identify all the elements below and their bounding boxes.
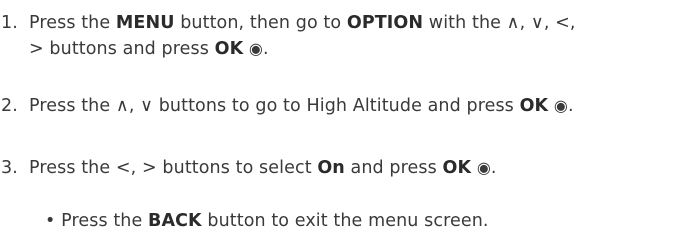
on-option-name: On [317, 158, 345, 178]
step-number: 2. [1, 96, 18, 116]
ok-button-name: OK [442, 158, 472, 178]
step-text: Press the [29, 96, 116, 116]
option-menu-name: OPTION [346, 13, 424, 33]
note-text: button to exit the menu screen. [201, 211, 489, 231]
step-end: . [262, 39, 269, 59]
step-1-continuation: > buttons and press OK ◉. [29, 36, 269, 62]
arrow-buttons-icon: ∧, ∨ [115, 96, 154, 116]
step-2: 2. Press the ∧, ∨ buttons to go to High A… [0, 93, 574, 119]
note-bullet: • Press the BACK button to exit the menu… [45, 208, 489, 234]
back-button-name: BACK [148, 211, 202, 231]
step-text: Press the [29, 158, 116, 178]
step-text: buttons to go to High Altitude and press [153, 96, 520, 116]
step-end: . [567, 96, 574, 116]
step-1: 1. Press the MENU button, then go to OPTI… [0, 10, 576, 36]
ok-button-name: OK [214, 39, 244, 59]
step-text: Press the [29, 13, 116, 33]
arrow-buttons-icon: ∧, ∨, <, [506, 13, 576, 33]
arrow-buttons-icon: <, > [115, 158, 157, 178]
step-number: 1. [1, 13, 18, 33]
step-text: with the [423, 13, 507, 33]
right-arrow-icon: > [29, 39, 44, 59]
ok-button-icon: ◉ [248, 39, 263, 58]
ok-button-icon: ◉ [553, 96, 568, 115]
menu-button-name: MENU [115, 13, 175, 33]
step-text: buttons and press [43, 39, 215, 59]
bullet-icon: • [45, 211, 56, 231]
step-number: 3. [1, 158, 18, 178]
note-text: Press the [55, 211, 149, 231]
step-end: . [490, 158, 497, 178]
step-text: and press [344, 158, 443, 178]
step-text: buttons to select [156, 158, 318, 178]
ok-button-name: OK [519, 96, 549, 116]
step-text: button, then go to [174, 13, 347, 33]
step-3: 3. Press the <, > buttons to select On an… [0, 155, 497, 181]
ok-button-icon: ◉ [476, 158, 491, 177]
